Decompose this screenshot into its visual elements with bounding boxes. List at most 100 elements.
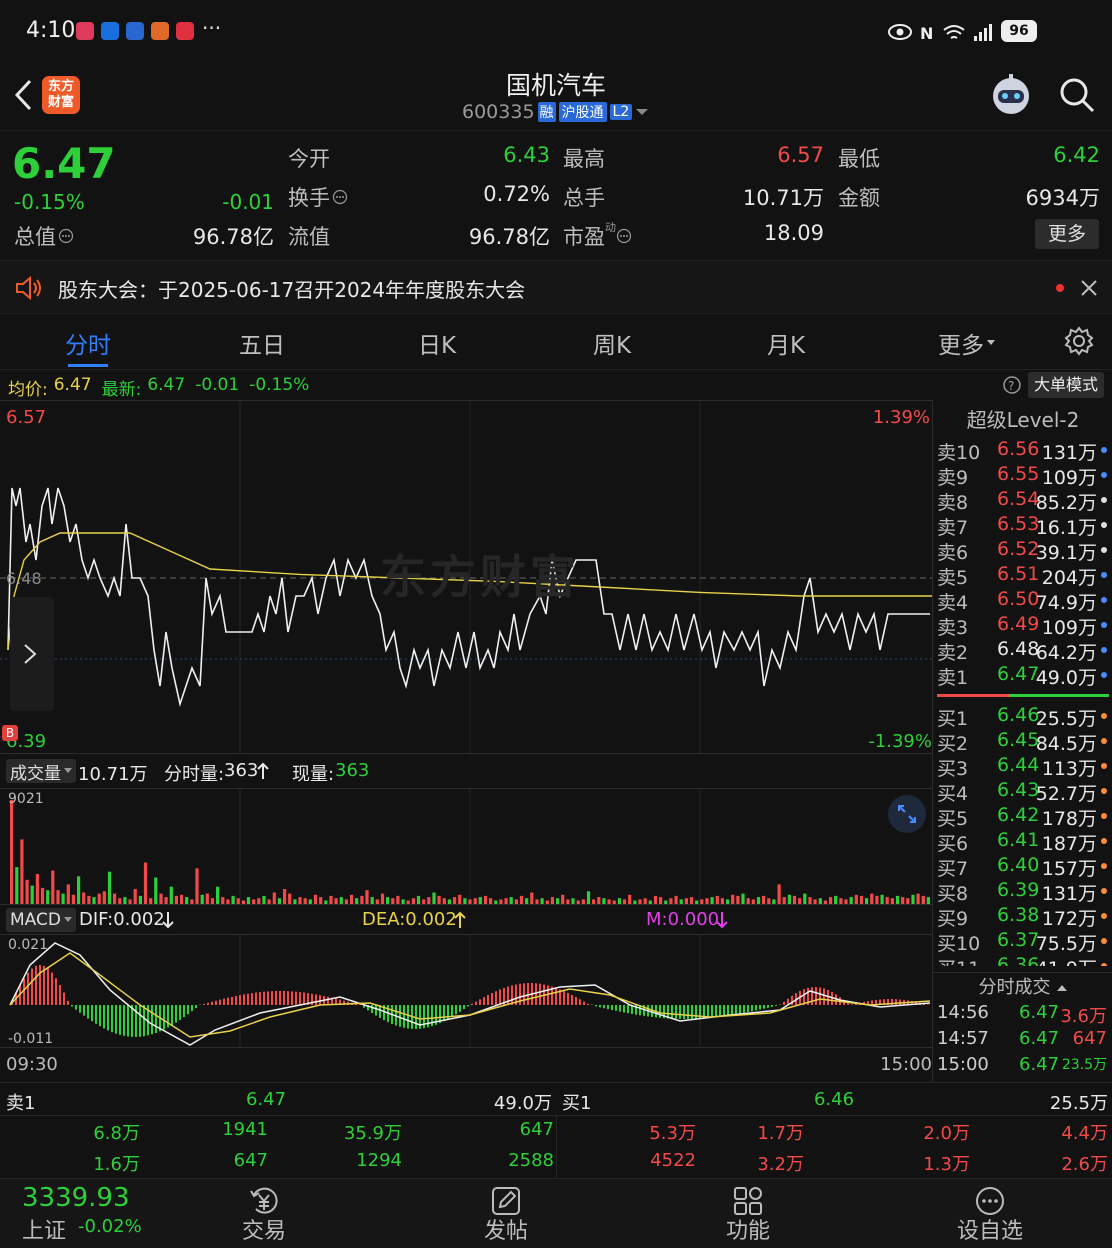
volume-bar xyxy=(895,895,900,904)
eastmoney-logo[interactable]: 东方 财富 xyxy=(42,76,80,114)
order-book-buy-row[interactable]: 买1 6.46 25.5万 xyxy=(933,704,1111,730)
order-book-sell-row[interactable]: 卖3 6.49 109万 xyxy=(933,613,1111,639)
volume-bar xyxy=(453,897,457,904)
volume-bar xyxy=(550,897,554,904)
logo-text-2: 财富 xyxy=(47,95,74,110)
volume-bar xyxy=(56,890,60,904)
order-book-buy-row[interactable]: 买2 6.45 84.5万 xyxy=(933,729,1111,755)
more-button[interactable]: 更多 xyxy=(1035,219,1099,249)
help-icon[interactable]: ? xyxy=(1002,375,1022,395)
close-icon[interactable] xyxy=(1080,279,1098,297)
tab-five-day[interactable]: 五日 xyxy=(202,326,322,360)
buy-orders: 买1 6.46 25.5万 买2 6.45 84.5万 买3 6.44 113万 买4 6.43 52… xyxy=(933,704,1112,966)
fullscreen-button[interactable] xyxy=(888,795,926,833)
notice-bar[interactable]: 股东大会：于2025-06-17召开2024年年度股东大会 xyxy=(0,260,1112,314)
order-book-buy-row[interactable]: 买5 6.42 178万 xyxy=(933,804,1111,830)
volume-bar xyxy=(174,895,178,904)
volume-bar xyxy=(803,893,807,904)
index-quote[interactable]: 3339.93 上证 -0.02% xyxy=(22,1183,182,1245)
turnover-label[interactable]: 换手 xyxy=(288,182,348,212)
order-book-buy-row[interactable]: 买10 6.37 75.5万 xyxy=(933,929,1111,955)
macd-grid xyxy=(239,935,701,1049)
order-level-label: 卖1 xyxy=(937,667,969,689)
pe-label[interactable]: 市盈 动 xyxy=(563,221,632,251)
alipay-notification-icon xyxy=(101,22,119,40)
volume-indicator-select[interactable]: 成交量 xyxy=(6,759,76,784)
low-label: 最低 xyxy=(838,147,880,171)
expand-drawer-handle[interactable] xyxy=(10,597,54,711)
pct-axis-bottom: -1.39% xyxy=(868,731,932,752)
tab-monthly-k[interactable]: 月K xyxy=(726,326,846,360)
order-book-sell-row[interactable]: 卖7 6.53 16.1万 xyxy=(933,513,1111,539)
order-volume: 84.5万 xyxy=(1035,733,1097,755)
arrow-down-icon xyxy=(716,912,728,929)
macd-indicator-select[interactable]: MACD xyxy=(6,908,76,932)
pct-axis-top: 1.39% xyxy=(872,407,930,428)
order-level-label: 买10 xyxy=(937,933,981,955)
index-change: -0.02% xyxy=(78,1216,142,1237)
current-volume-label: 现量: xyxy=(292,764,335,785)
order-book-buy-row[interactable]: 买7 6.40 157万 xyxy=(933,854,1111,880)
order-price: 6.42 xyxy=(997,804,1040,826)
order-book-sell-row[interactable]: 卖9 6.55 109万 xyxy=(933,463,1111,489)
nav-trade[interactable]: 交易 xyxy=(194,1179,334,1248)
order-book-sell-row[interactable]: 卖5 6.51 204万 xyxy=(933,563,1111,589)
status-time: 4:10 xyxy=(26,18,76,43)
nav-post[interactable]: 发帖 xyxy=(436,1179,576,1248)
order-book-sell-row[interactable]: 卖1 6.47 49.0万 xyxy=(933,663,1111,689)
order-level-label: 买2 xyxy=(937,733,969,755)
app-notification-icon-3 xyxy=(151,22,169,40)
tick-time: 15:00 xyxy=(937,1054,989,1075)
order-book-sell-row[interactable]: 卖10 6.56 131万 xyxy=(933,438,1111,464)
settings-gear-icon[interactable] xyxy=(1064,326,1094,356)
tab-weekly-k[interactable]: 周K xyxy=(552,326,672,360)
buy-marker[interactable]: B xyxy=(2,725,18,741)
dropdown-icon xyxy=(636,109,649,115)
trade-cell: 1.7万 xyxy=(757,1123,804,1144)
volume-bar xyxy=(787,894,791,904)
tab-more[interactable]: 更多 xyxy=(938,326,996,360)
trade-cell: 1941 xyxy=(222,1119,268,1140)
search-icon[interactable] xyxy=(1058,76,1096,114)
ticks-header[interactable]: 分时成交 xyxy=(933,972,1112,1000)
bottom-nav: 3339.93 上证 -0.02% 交易 发帖 功能 设自选 xyxy=(0,1178,1112,1248)
back-icon[interactable] xyxy=(12,78,34,112)
order-book-sell-row[interactable]: 卖2 6.48 64.2万 xyxy=(933,638,1111,664)
trade-cell: 1.3万 xyxy=(923,1154,970,1175)
tab-intraday[interactable]: 分时 xyxy=(28,326,148,360)
dropdown-icon xyxy=(64,768,72,773)
nav-add-watchlist[interactable]: 设自选 xyxy=(920,1179,1060,1248)
volume-bar xyxy=(107,871,112,904)
order-volume: 157万 xyxy=(1041,858,1097,880)
big-order-mode-button[interactable]: 大单模式 xyxy=(1028,372,1104,398)
volume-chart[interactable]: 9021 xyxy=(0,788,932,905)
order-book-buy-row[interactable]: 买4 6.43 52.7万 xyxy=(933,779,1111,805)
price-chart[interactable]: 东方财富 6.57 1.39% 6.48 6.39 -1.39% B xyxy=(0,400,932,755)
order-book-buy-row[interactable]: 买6 6.41 187万 xyxy=(933,829,1111,855)
volume-bar xyxy=(169,886,173,904)
tab-daily-k[interactable]: 日K xyxy=(377,326,497,360)
order-book-buy-row[interactable]: 买3 6.44 113万 xyxy=(933,754,1111,780)
volume-bar xyxy=(51,870,55,904)
market-cap-label[interactable]: 总值 xyxy=(14,221,74,251)
order-book-sell-row[interactable]: 卖8 6.54 85.2万 xyxy=(933,488,1111,514)
nav-functions[interactable]: 功能 xyxy=(678,1179,818,1248)
order-price: 6.50 xyxy=(997,588,1040,610)
order-book-buy-row[interactable]: 买9 6.38 172万 xyxy=(933,904,1111,930)
macd-axis-bottom: -0.011 xyxy=(8,1031,54,1047)
order-book-buy-row[interactable]: 买11 6.3641.9万 xyxy=(933,954,1111,966)
macd-chart[interactable]: 0.021 -0.011 xyxy=(0,934,932,1049)
order-book-sell-row[interactable]: 卖4 6.50 74.9万 xyxy=(933,588,1111,614)
order-book-buy-row[interactable]: 买8 6.39 131万 xyxy=(933,879,1111,905)
robot-assistant-icon[interactable] xyxy=(988,72,1034,118)
order-book-sell-row[interactable]: 卖6 6.52 39.1万 xyxy=(933,538,1111,564)
trade-cell: 5.3万 xyxy=(649,1123,696,1144)
order-volume: 109万 xyxy=(1041,467,1097,489)
level2-title[interactable]: 超级Level-2 xyxy=(933,404,1112,433)
volume-bar xyxy=(859,895,864,904)
price-axis-mid: 6.48 xyxy=(6,569,42,588)
order-volume: 131万 xyxy=(1041,442,1097,464)
volume-bar xyxy=(231,895,235,904)
order-source-dot xyxy=(1101,838,1107,844)
stock-code-row[interactable]: 600335 融 沪股通 L2 xyxy=(462,100,649,124)
